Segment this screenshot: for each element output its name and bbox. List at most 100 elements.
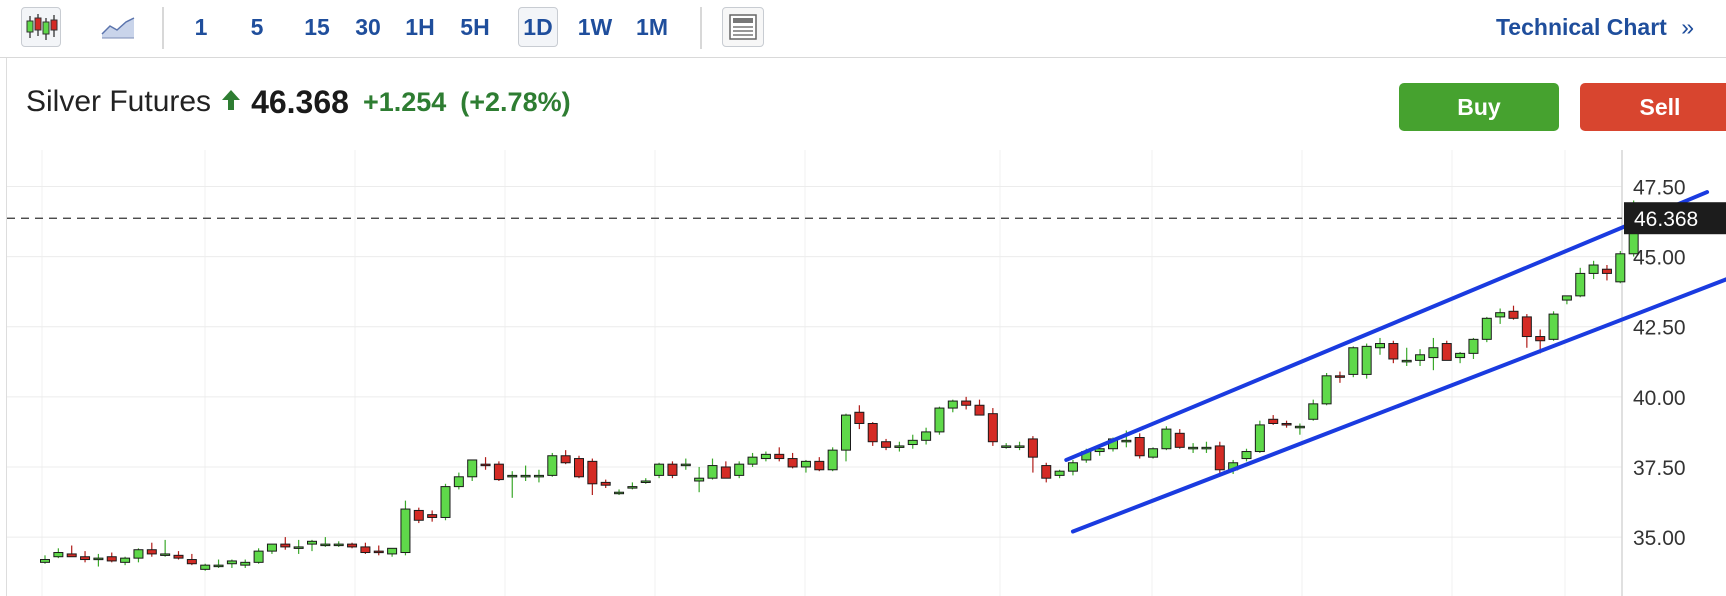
candle[interactable] [160, 539, 171, 557]
candle[interactable] [947, 399, 958, 413]
candle[interactable] [574, 455, 584, 479]
buy-button[interactable]: Buy [1399, 83, 1559, 131]
candle[interactable] [307, 539, 317, 552]
candle[interactable] [66, 545, 77, 558]
candle[interactable] [547, 452, 558, 477]
candle[interactable] [80, 551, 91, 563]
candle[interactable] [533, 469, 544, 483]
candle[interactable] [1334, 371, 1345, 383]
candle[interactable] [1348, 346, 1359, 378]
candle[interactable] [1014, 441, 1025, 451]
candle[interactable] [1294, 423, 1305, 435]
candle[interactable] [1375, 337, 1385, 355]
candle[interactable] [440, 483, 451, 521]
candle[interactable] [921, 427, 932, 445]
candle[interactable] [1548, 311, 1559, 341]
candle[interactable] [560, 450, 571, 465]
candle[interactable] [1134, 433, 1145, 459]
candle[interactable] [787, 452, 798, 469]
candle[interactable] [854, 405, 865, 430]
candle[interactable] [106, 552, 117, 563]
candle[interactable] [694, 466, 705, 493]
candle[interactable] [654, 462, 665, 479]
candle[interactable] [587, 458, 598, 496]
candle[interactable] [507, 471, 518, 498]
candle[interactable] [987, 408, 998, 446]
candle[interactable] [427, 510, 438, 522]
candle[interactable] [827, 447, 838, 472]
candle[interactable] [480, 457, 491, 470]
candle[interactable] [1481, 316, 1492, 343]
candle[interactable] [974, 399, 985, 416]
candle[interactable] [1188, 443, 1199, 453]
candle[interactable] [867, 422, 878, 446]
candle[interactable] [493, 461, 504, 481]
candle[interactable] [1041, 462, 1052, 483]
candle[interactable] [707, 458, 718, 480]
candle[interactable] [1001, 443, 1012, 449]
candle[interactable] [213, 559, 224, 568]
candle[interactable] [333, 541, 344, 547]
candle[interactable] [1281, 420, 1292, 428]
candle[interactable] [1201, 441, 1212, 453]
candle[interactable] [186, 553, 197, 566]
candle[interactable] [266, 543, 277, 554]
candle[interactable] [293, 539, 304, 554]
candle[interactable] [747, 452, 758, 467]
candle[interactable] [1415, 349, 1426, 366]
candle[interactable] [1148, 447, 1159, 459]
candle[interactable] [120, 556, 131, 566]
candle[interactable] [240, 559, 251, 568]
candle[interactable] [1495, 308, 1506, 324]
candle[interactable] [253, 548, 264, 564]
candle[interactable] [1401, 347, 1412, 366]
candle[interactable] [133, 548, 144, 563]
candle[interactable] [800, 459, 811, 473]
candle[interactable] [1321, 373, 1332, 406]
candle[interactable] [1214, 441, 1225, 474]
sell-button[interactable]: Sell [1580, 83, 1726, 131]
candle[interactable] [1615, 250, 1626, 284]
candle[interactable] [600, 479, 611, 489]
candle[interactable] [400, 500, 411, 556]
candle[interactable] [1241, 448, 1252, 462]
candle[interactable] [520, 465, 531, 481]
candle[interactable] [1067, 459, 1078, 476]
candle[interactable] [1455, 351, 1466, 364]
candle[interactable] [467, 459, 478, 481]
candle[interactable] [1468, 337, 1479, 359]
candle[interactable] [373, 545, 384, 556]
candle[interactable] [841, 413, 851, 462]
candle[interactable] [814, 457, 825, 472]
candle[interactable] [1361, 343, 1372, 379]
candle[interactable] [961, 396, 972, 410]
candle[interactable] [173, 551, 184, 560]
candle[interactable] [413, 507, 424, 524]
candle[interactable] [1508, 305, 1519, 320]
candle[interactable] [1161, 426, 1172, 451]
candle[interactable] [1428, 337, 1439, 371]
candle[interactable] [720, 461, 731, 479]
candle[interactable] [320, 537, 331, 547]
candle[interactable] [1054, 469, 1065, 479]
candle[interactable] [1174, 429, 1185, 449]
candle[interactable] [1588, 260, 1599, 280]
candle[interactable] [360, 542, 371, 554]
candle[interactable] [200, 563, 211, 571]
candle[interactable] [1601, 265, 1612, 281]
candle[interactable] [387, 547, 398, 557]
candle[interactable] [680, 458, 691, 470]
candle[interactable] [1268, 415, 1279, 425]
candle[interactable] [53, 548, 64, 559]
candle[interactable] [894, 441, 905, 452]
candle[interactable] [934, 406, 945, 435]
candle[interactable] [1521, 314, 1532, 348]
candle[interactable] [1441, 340, 1452, 361]
candle[interactable] [881, 438, 892, 451]
candle[interactable] [907, 434, 918, 449]
candle[interactable] [146, 542, 157, 557]
candle[interactable] [1308, 399, 1319, 421]
candle[interactable] [453, 472, 464, 490]
candle[interactable] [1254, 420, 1265, 453]
candle[interactable] [1388, 340, 1399, 364]
